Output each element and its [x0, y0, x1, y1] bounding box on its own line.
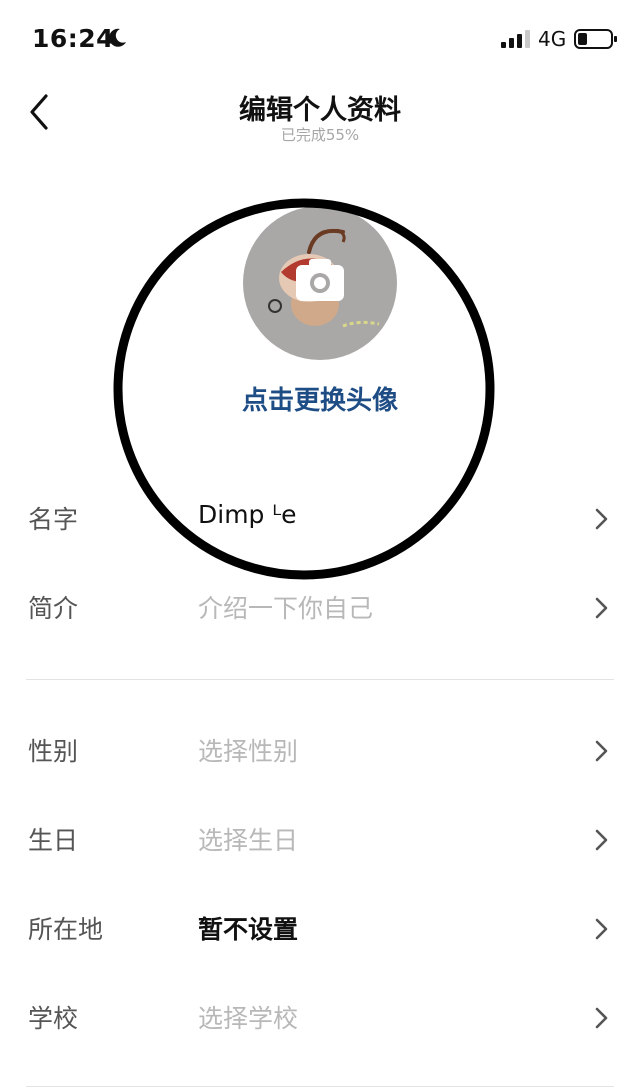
moon-icon	[109, 28, 126, 47]
school-value: 选择学校	[198, 1004, 299, 1033]
gender-row[interactable]: 性别 选择性别	[0, 710, 640, 790]
location-value: 暂不设置	[198, 915, 299, 944]
chevron-right-icon	[595, 597, 608, 619]
birthday-value: 选择生日	[198, 826, 299, 855]
school-label: 学校	[28, 1004, 79, 1033]
signal-icon	[501, 30, 530, 48]
network-label: 4G	[538, 27, 567, 51]
section-divider	[26, 679, 614, 680]
name-value: Dimp ᴸe	[198, 500, 297, 529]
avatar-image	[243, 206, 397, 360]
camera-icon	[296, 259, 344, 301]
bio-label: 简介	[28, 594, 79, 623]
chevron-right-icon	[595, 918, 608, 940]
gender-label: 性别	[28, 737, 79, 766]
school-row[interactable]: 学校 选择学校	[0, 977, 640, 1057]
change-avatar-link[interactable]: 点击更换头像	[0, 380, 640, 417]
chevron-right-icon	[595, 740, 608, 762]
edit-profile-screen: 16:24 4G 编辑个人资料 已完成55% 点击更换头像 名字 Dimp ᴸe…	[0, 0, 640, 1090]
name-label: 名字	[28, 505, 79, 534]
avatar-section: 点击更换头像	[0, 160, 640, 460]
status-bar: 16:24 4G	[0, 0, 640, 78]
completion-subtitle: 已完成55%	[280, 126, 360, 144]
bottom-divider	[26, 1086, 614, 1087]
status-time: 16:24	[32, 24, 115, 53]
gender-value: 选择性别	[198, 737, 299, 766]
page-title: 编辑个人资料	[239, 95, 401, 126]
chevron-right-icon	[595, 1007, 608, 1029]
bio-value: 介绍一下你自己	[198, 594, 374, 623]
chevron-right-icon	[595, 508, 608, 530]
birthday-row[interactable]: 生日 选择生日	[0, 799, 640, 879]
avatar[interactable]	[243, 206, 397, 360]
chevron-right-icon	[595, 829, 608, 851]
battery-icon	[574, 29, 617, 49]
nav-header: 编辑个人资料 已完成55%	[0, 78, 640, 158]
name-row[interactable]: 名字 Dimp ᴸe	[0, 478, 640, 558]
location-label: 所在地	[28, 915, 104, 944]
birthday-label: 生日	[28, 826, 79, 855]
bio-row[interactable]: 简介 介绍一下你自己	[0, 567, 640, 647]
location-row[interactable]: 所在地 暂不设置	[0, 888, 640, 968]
